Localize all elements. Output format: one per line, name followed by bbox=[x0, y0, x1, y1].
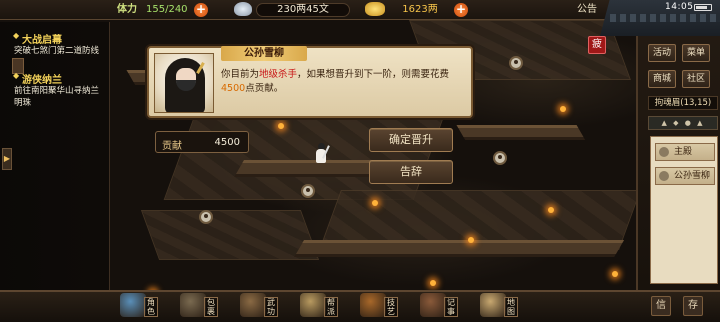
npc-list-item[interactable]: 主殿 bbox=[655, 143, 715, 161]
dialog-text: 你目前为地级杀手，如果想晋升到下一阶，则需要花费4500点贡献。 bbox=[221, 69, 450, 94]
quest-tracker[interactable]: 大战启幕 突破七煞门第二道防线 游侠纳兰 前往南阳聚华山寻纳兰明珠 ▶ bbox=[0, 22, 110, 292]
minimap-strip[interactable]: ▲ ◆ ● ▲ bbox=[648, 116, 718, 130]
wall bbox=[456, 125, 584, 137]
community-button[interactable]: 社区 bbox=[682, 70, 710, 88]
torch bbox=[560, 106, 566, 112]
silver-ingot-icon bbox=[234, 2, 252, 16]
gold-ingot-icon bbox=[365, 2, 385, 16]
npc-marker[interactable] bbox=[301, 184, 315, 198]
teapot-icon bbox=[360, 293, 386, 317]
fatigue-badge[interactable]: 疲 bbox=[588, 36, 606, 54]
torch bbox=[612, 271, 618, 277]
floor-tile bbox=[140, 210, 320, 260]
quest-title[interactable]: 大战启幕 bbox=[13, 31, 62, 46]
quest-desc[interactable]: 前往南阳聚华山寻纳兰明珠 bbox=[14, 85, 106, 109]
save-button[interactable]: 存 bbox=[683, 296, 703, 316]
cost-text: 4500 bbox=[221, 83, 246, 94]
add-stamina-button[interactable]: + bbox=[194, 3, 208, 17]
torch bbox=[278, 123, 284, 129]
battery-icon bbox=[694, 4, 712, 11]
npc-marker[interactable] bbox=[509, 56, 523, 70]
activity-button[interactable]: 活动 bbox=[648, 44, 676, 62]
silver-value: 230两45文 bbox=[256, 3, 350, 17]
npc-portrait bbox=[154, 53, 214, 113]
add-gold-button[interactable]: + bbox=[454, 3, 468, 17]
contribution-box: 贡献 4500 bbox=[155, 131, 249, 153]
game-screen: 体力 155/240 + 230两45文 1623两 + 公告 14:05 大战… bbox=[0, 0, 720, 322]
shop-button[interactable]: 商城 bbox=[648, 70, 676, 88]
npc-icon bbox=[659, 171, 669, 181]
mail-button[interactable]: 信 bbox=[651, 296, 671, 316]
map-icon bbox=[480, 293, 506, 317]
contribution-label: 贡献 bbox=[162, 141, 182, 152]
npc-dialog: 公孙雪柳 你目前为地级杀手，如果想晋升到下一阶，则需要花费4500点贡献。 bbox=[147, 46, 473, 118]
player-character bbox=[313, 143, 330, 165]
npc-marker[interactable] bbox=[199, 210, 213, 224]
torch bbox=[372, 200, 378, 206]
right-panel: 活动 菜单 商城 社区 拘魂眉(13,15) ▲ ◆ ● ▲ 主殿 公孙雪柳 bbox=[636, 36, 720, 290]
contribution-value: 4500 bbox=[214, 137, 240, 148]
rank-text: 地级杀手 bbox=[259, 69, 298, 80]
location-readout: 拘魂眉(13,15) bbox=[648, 96, 718, 110]
npc-name: 公孙雪柳 bbox=[221, 46, 307, 61]
quest-title[interactable]: 游侠纳兰 bbox=[13, 71, 62, 86]
location-icon bbox=[659, 147, 669, 157]
gold-value: 1623两 bbox=[402, 4, 438, 15]
npc-marker[interactable] bbox=[493, 151, 507, 165]
menu-button[interactable]: 菜单 bbox=[682, 44, 710, 62]
quest-desc[interactable]: 突破七煞门第二道防线 bbox=[14, 45, 106, 57]
scroll-icon bbox=[240, 293, 266, 317]
wall bbox=[295, 240, 625, 254]
bag-icon bbox=[180, 293, 206, 317]
notice-button[interactable]: 公告 bbox=[577, 3, 607, 17]
stamina-label: 体力 bbox=[117, 4, 137, 15]
leave-button[interactable]: 告辞 bbox=[369, 160, 453, 184]
torch bbox=[548, 207, 554, 213]
chevron-right-icon[interactable]: ▶ bbox=[2, 148, 12, 170]
character-icon bbox=[120, 293, 146, 317]
guild-icon bbox=[300, 293, 326, 317]
npc-list-item[interactable]: 公孙雪柳 bbox=[655, 167, 715, 185]
clock: 14:05 bbox=[665, 2, 694, 12]
torch bbox=[468, 237, 474, 243]
confirm-promote-button[interactable]: 确定晋升 bbox=[369, 128, 453, 152]
stamina-value: 155/240 bbox=[146, 4, 188, 15]
torch bbox=[430, 280, 436, 286]
npc-list: 主殿 公孙雪柳 bbox=[650, 136, 718, 284]
book-icon bbox=[420, 293, 446, 317]
